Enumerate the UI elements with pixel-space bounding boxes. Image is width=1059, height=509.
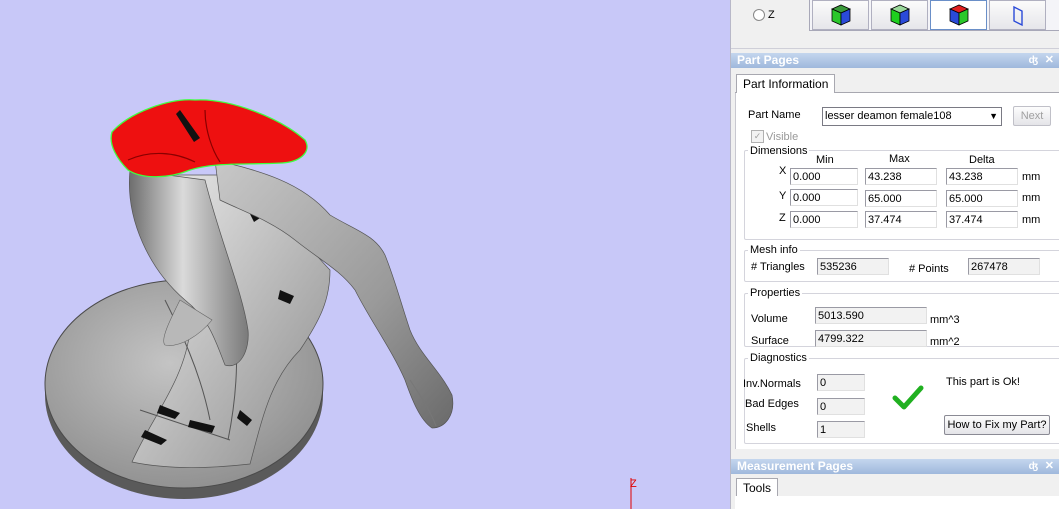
green-cube-icon [889, 4, 910, 26]
cut-surface [110, 99, 308, 178]
dim-z-max-field[interactable]: 37.474 [865, 211, 937, 228]
surface-label: Surface [751, 335, 789, 347]
axis-z-label: Z [630, 478, 637, 490]
delta-header: Delta [969, 154, 995, 166]
dim-y-min-field[interactable]: 0.000 [790, 189, 858, 206]
volume-field: 5013.590 [815, 307, 927, 324]
dimensions-label: Dimensions [748, 145, 810, 157]
shells-field: 1 [817, 421, 865, 438]
dim-z-min-field[interactable]: 0.000 [790, 211, 858, 228]
radio-z[interactable]: Z [753, 9, 775, 21]
surface-field: 4799.322 [815, 330, 927, 347]
pin-icon[interactable]: ʤ [1029, 459, 1038, 474]
dim-z-unit: mm [1022, 214, 1041, 226]
pin-icon[interactable]: ʤ [1029, 53, 1038, 68]
properties-label: Properties [748, 287, 803, 299]
bad-edges-label: Bad Edges [745, 398, 799, 410]
triangles-label: # Triangles [751, 261, 805, 273]
bad-edges-field: 0 [817, 398, 865, 415]
part-pages-title: Part Pages [737, 53, 800, 67]
diagnostics-label: Diagnostics [748, 352, 809, 364]
view-controls: Z [731, 0, 1059, 49]
visible-checkbox[interactable]: ✓ [751, 130, 764, 143]
part-name-value: lesser deamon female108 [825, 110, 952, 122]
model-render: Z [44, 99, 637, 509]
visible-label: Visible [766, 131, 799, 143]
dim-x-label: X [779, 165, 787, 177]
blue-outline-icon [1012, 5, 1023, 27]
points-label: # Points [909, 263, 949, 275]
points-field: 267478 [968, 258, 1040, 275]
dim-x-max-field[interactable]: 43.238 [865, 168, 937, 185]
view-outline-button[interactable] [989, 0, 1046, 30]
3d-viewport[interactable]: Z [0, 0, 730, 509]
close-icon[interactable]: ✕ [1045, 53, 1054, 68]
shells-label: Shells [746, 422, 776, 434]
min-header: Min [816, 154, 834, 166]
checkmark-icon [892, 385, 924, 410]
part-name-label: Part Name [748, 109, 801, 121]
dim-y-label: Y [779, 190, 787, 202]
radio-z-label: Z [768, 9, 775, 21]
dim-x-unit: mm [1022, 171, 1041, 183]
mesh-info-label: Mesh info [748, 244, 800, 256]
dim-y-max-field[interactable]: 65.000 [865, 190, 937, 207]
how-to-fix-button[interactable]: How to Fix my Part? [944, 415, 1050, 435]
red-blue-cube-icon [948, 4, 969, 26]
measurement-pages-title: Measurement Pages [737, 459, 854, 473]
tab-tools[interactable]: Tools [736, 478, 779, 497]
radio-button-icon[interactable] [753, 9, 765, 21]
max-header: Max [889, 153, 910, 165]
tools-page [735, 496, 1059, 509]
inv-normals-field: 0 [817, 374, 865, 391]
close-icon[interactable]: ✕ [1045, 459, 1054, 474]
view-iso-button[interactable] [812, 0, 869, 30]
dim-z-delta-field[interactable]: 37.474 [946, 211, 1018, 228]
view-button-group [809, 0, 1059, 31]
dim-x-delta-field[interactable]: 43.238 [946, 168, 1018, 185]
dim-z-label: Z [779, 212, 786, 224]
view-side-button[interactable] [930, 0, 987, 30]
surface-unit: mm^2 [930, 336, 960, 348]
part-pages-header: Part Pages ʤ ✕ [731, 53, 1059, 68]
dim-x-min-field[interactable]: 0.000 [790, 168, 858, 185]
volume-label: Volume [751, 313, 788, 325]
volume-unit: mm^3 [930, 314, 960, 326]
tab-part-information[interactable]: Part Information [736, 74, 836, 93]
measurement-pages-header: Measurement Pages ʤ ✕ [731, 459, 1059, 474]
inv-normals-label: Inv.Normals [743, 378, 801, 390]
view-front-button[interactable] [871, 0, 928, 30]
part-information-page: Part Name lesser deamon female108 ▼ Next… [735, 93, 1059, 449]
axis-indicator: Z [630, 478, 637, 509]
green-blue-cube-icon [830, 4, 851, 26]
dim-y-delta-field[interactable]: 65.000 [946, 190, 1018, 207]
triangles-field: 535236 [817, 258, 889, 275]
chevron-down-icon: ▼ [989, 111, 998, 121]
next-button[interactable]: Next [1013, 106, 1051, 126]
side-panel: Z Part Pages ʤ ✕ Part Information Part N… [730, 0, 1059, 509]
dim-y-unit: mm [1022, 192, 1041, 204]
status-text: This part is Ok! [946, 376, 1020, 388]
part-name-dropdown[interactable]: lesser deamon female108 ▼ [822, 107, 1002, 126]
